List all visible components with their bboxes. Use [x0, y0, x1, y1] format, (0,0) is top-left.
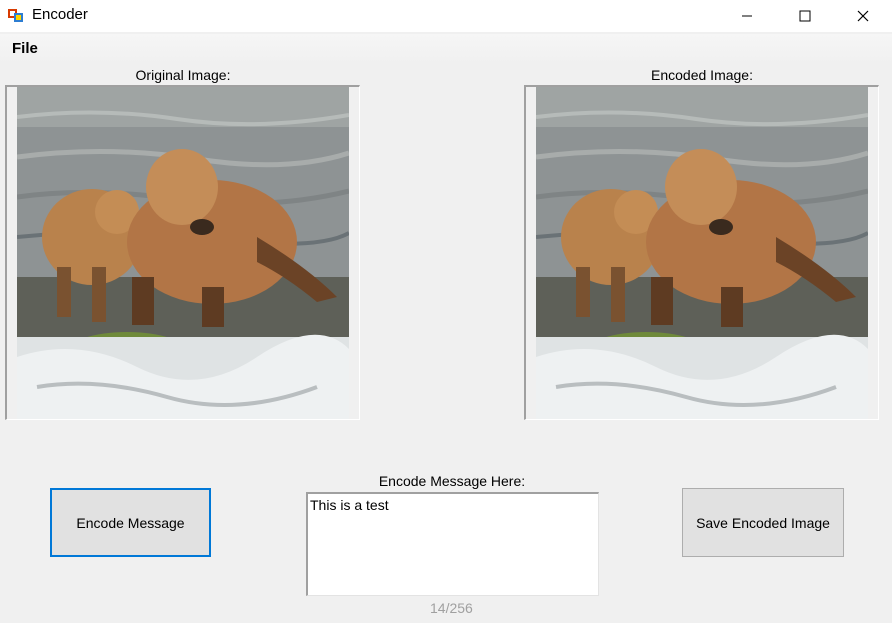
original-image-box	[5, 85, 360, 420]
character-counter: 14/256	[430, 600, 473, 616]
encode-message-button[interactable]: Encode Message	[50, 488, 211, 557]
bear-photo	[17, 87, 349, 419]
minimize-icon	[742, 15, 752, 17]
original-image-label: Original Image:	[135, 67, 231, 83]
encoded-image-label: Encoded Image:	[651, 67, 753, 83]
save-encoded-image-button[interactable]: Save Encoded Image	[682, 488, 844, 557]
maximize-icon	[799, 10, 811, 22]
window-title: Encoder	[32, 6, 88, 23]
maximize-button[interactable]	[782, 0, 828, 32]
message-label: Encode Message Here:	[378, 473, 526, 489]
minimize-button[interactable]	[724, 0, 770, 32]
close-button[interactable]	[840, 0, 886, 32]
message-input[interactable]: This is a test	[306, 492, 599, 596]
menu-file[interactable]: File	[12, 40, 38, 57]
title-bar: Encoder	[0, 0, 892, 32]
app-icon	[8, 9, 23, 22]
close-icon	[857, 10, 869, 22]
bear-photo-encoded	[536, 87, 868, 419]
menu-bar: File	[0, 34, 892, 64]
encoded-image-box	[524, 85, 879, 420]
